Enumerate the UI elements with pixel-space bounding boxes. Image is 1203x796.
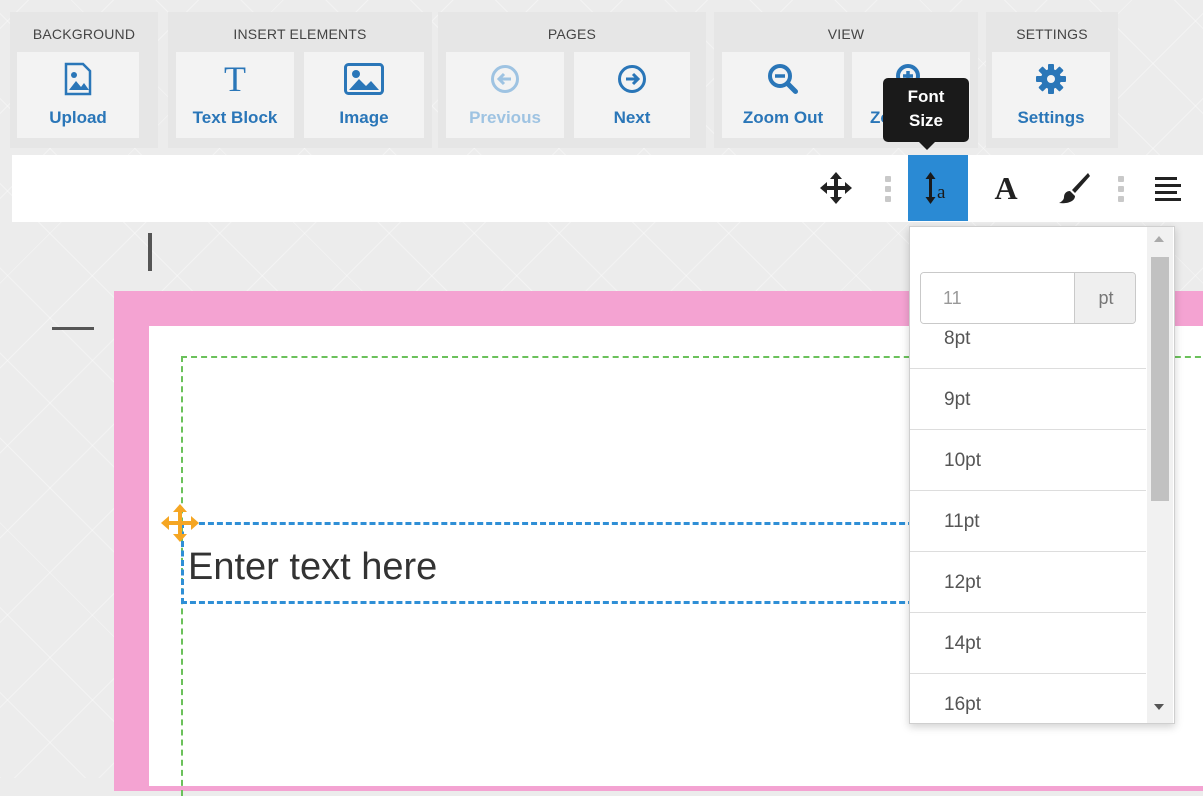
format-toolbar: a A (12, 155, 1203, 222)
move-handle-icon[interactable] (160, 503, 200, 543)
font-family-icon[interactable]: A (984, 155, 1028, 221)
arrow-left-circle-icon (446, 62, 564, 96)
font-size-option[interactable]: 11pt (910, 491, 1146, 552)
group-title-pages: PAGES (547, 26, 597, 42)
upload-label: Upload (49, 108, 107, 127)
font-size-tooltip: Font Size (883, 78, 969, 150)
font-size-option[interactable]: 16pt (910, 674, 1146, 723)
settings-button[interactable]: Settings (992, 52, 1110, 138)
scroll-down-arrow-icon[interactable] (1154, 704, 1164, 710)
toolbar-separator (885, 176, 891, 202)
toolbar-separator (1118, 176, 1124, 202)
font-size-icon[interactable]: a (908, 155, 968, 221)
horizontal-margin-marker (52, 327, 94, 330)
text-block-content[interactable]: Enter text here (188, 546, 437, 589)
zoom-out-icon (722, 62, 844, 96)
next-page-button[interactable]: Next (574, 52, 690, 138)
scrollbar-thumb[interactable] (1151, 257, 1169, 501)
settings-label: Settings (1017, 108, 1085, 127)
move-icon[interactable] (816, 155, 856, 221)
group-title-settings: SETTINGS (1016, 26, 1088, 42)
group-title-view: VIEW (827, 26, 865, 42)
group-insert-elements: INSERT ELEMENTS T Text Block Image (168, 12, 432, 148)
text-block[interactable]: Enter text here (181, 522, 941, 604)
zoom-out-button[interactable]: Zoom Out (722, 52, 844, 138)
font-size-option[interactable]: 9pt (910, 369, 1146, 430)
group-settings: SETTINGS Settings (986, 12, 1118, 148)
next-label: Next (613, 108, 651, 127)
previous-label: Previous (469, 108, 541, 127)
arrow-right-circle-icon (574, 62, 690, 96)
font-size-glyph: a (937, 182, 946, 203)
font-size-option[interactable]: 12pt (910, 552, 1146, 613)
upload-button[interactable]: Upload (17, 52, 139, 138)
image-label: Image (339, 108, 389, 127)
image-upload-icon (17, 62, 139, 96)
scroll-up-arrow-icon[interactable] (1154, 236, 1164, 242)
paintbrush-icon[interactable] (1052, 155, 1096, 221)
font-size-options: 8pt 9pt 10pt 11pt 12pt 14pt 16pt (910, 308, 1146, 723)
text-t-icon: T (224, 59, 246, 99)
text-block-button[interactable]: T Text Block (176, 52, 294, 138)
previous-page-button[interactable]: Previous (446, 52, 564, 138)
zoom-out-label: Zoom Out (742, 108, 824, 127)
group-title-insert: INSERT ELEMENTS (233, 26, 367, 42)
image-button[interactable]: Image (304, 52, 424, 138)
group-pages: PAGES Previous Next (438, 12, 706, 148)
text-block-label: Text Block (192, 108, 278, 127)
vertical-margin-marker (148, 233, 152, 271)
group-title-background: BACKGROUND (32, 26, 136, 42)
font-size-option[interactable]: 8pt (910, 308, 1146, 369)
tooltip-line-1: Font (907, 87, 945, 106)
group-background: BACKGROUND Upload (10, 12, 158, 148)
image-icon (304, 62, 424, 96)
font-size-option[interactable]: 14pt (910, 613, 1146, 674)
dropdown-scrollbar[interactable] (1147, 227, 1173, 723)
gear-icon (992, 62, 1110, 96)
tooltip-line-2: Size (908, 111, 944, 130)
font-family-glyph: A (994, 169, 1018, 206)
font-size-dropdown: pt 8pt 9pt 10pt 11pt 12pt 14pt 16pt (909, 226, 1175, 724)
align-left-icon[interactable] (1146, 155, 1190, 221)
font-size-option[interactable]: 10pt (910, 430, 1146, 491)
